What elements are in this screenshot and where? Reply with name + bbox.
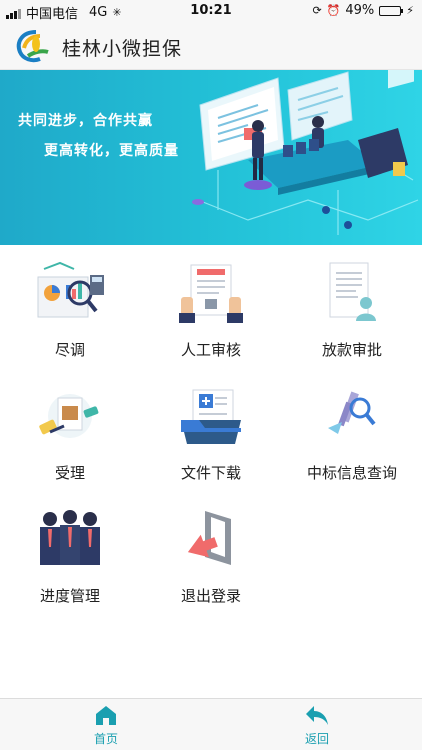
menu-item-progress-management[interactable]: 进度管理 (0, 491, 140, 611)
menu-item-label: 人工审核 (180, 341, 241, 359)
menu-item-accept[interactable]: 受理 (0, 368, 140, 488)
tab-home[interactable]: 首页 (66, 703, 146, 747)
back-arrow-icon (306, 706, 328, 725)
manual-review-icon (179, 264, 243, 323)
menu-item-label: 放款审批 (321, 341, 382, 359)
battery-percent: 49% (345, 3, 375, 18)
banner-slogan-line2: 更高转化，更高质量 (44, 143, 179, 159)
menu-item-bid-info-query[interactable]: 中标信息查询 (282, 368, 422, 488)
menu-item-manual-review[interactable]: 人工审核 (141, 245, 281, 365)
accept-icon (39, 394, 99, 438)
app-logo-icon (16, 30, 49, 63)
file-download-icon (181, 389, 241, 444)
bid-info-query-icon (328, 391, 376, 434)
battery-icon (379, 5, 404, 16)
banner[interactable]: 共同进步，合作共赢 更高转化，更高质量 (0, 70, 422, 245)
status-bar: 中国电信 4G ✳ 10:21 ⟳ ⏰ 49% ⚡ (0, 0, 422, 22)
logout-icon (187, 511, 231, 565)
menu-item-label: 进度管理 (39, 587, 100, 605)
menu-item-label: 退出登录 (180, 587, 241, 605)
banner-illustration (192, 70, 419, 235)
charging-icon: ⚡ (406, 4, 414, 17)
home-icon (96, 706, 116, 725)
menu-item-label: 受理 (54, 464, 85, 482)
app-title: 桂林小微担保 (62, 38, 183, 60)
tab-home-label: 首页 (93, 732, 118, 746)
loan-approval-icon (329, 262, 376, 321)
menu-item-logout[interactable]: 退出登录 (141, 491, 281, 611)
menu-item-file-download[interactable]: 文件下载 (141, 368, 281, 488)
rotation-lock-icon: ⟳ (312, 4, 322, 17)
menu-item-label: 文件下载 (180, 464, 241, 482)
tab-back-label: 返回 (304, 732, 329, 746)
status-right: ⟳ ⏰ 49% ⚡ (312, 3, 414, 18)
app-header: 桂林小微担保 (0, 22, 422, 70)
menu-item-due-diligence[interactable]: 尽调 (0, 245, 140, 365)
alarm-icon: ⏰ (326, 4, 341, 17)
menu-item-loan-approval[interactable]: 放款审批 (282, 245, 422, 365)
menu-item-label: 尽调 (54, 341, 85, 359)
progress-management-icon (40, 510, 100, 565)
due-diligence-icon (37, 261, 104, 318)
menu-item-label: 中标信息查询 (306, 464, 397, 482)
banner-slogan-line1: 共同进步，合作共赢 (18, 113, 153, 129)
bottom-tab-bar: 首页 返回 (0, 698, 422, 750)
tab-back[interactable]: 返回 (277, 703, 357, 747)
